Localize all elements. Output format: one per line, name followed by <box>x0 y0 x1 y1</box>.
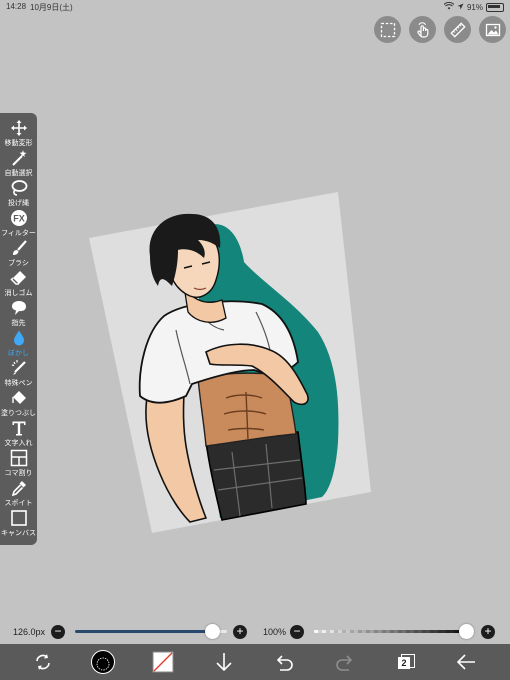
brush-sliders: 126.0px − + 100% − + <box>0 620 510 644</box>
tool-label: 文字入れ <box>4 440 33 447</box>
plus-icon: + <box>236 624 244 638</box>
tool-label: コマ割り <box>4 470 33 477</box>
layer-count: 2 <box>398 657 410 669</box>
layers-button[interactable]: 2 <box>394 650 418 674</box>
text-icon <box>12 421 25 436</box>
tool-label: 指先 <box>11 320 26 327</box>
canvas-area[interactable] <box>0 0 510 620</box>
opacity-knob[interactable] <box>459 624 474 639</box>
tool-frame-divide[interactable]: コマ割り <box>0 449 37 478</box>
minus-icon: − <box>54 624 62 638</box>
canvas-icon <box>10 510 27 526</box>
tool-fill[interactable]: 塗りつぶし <box>0 389 37 418</box>
blur-drop-icon <box>13 330 24 346</box>
tool-text[interactable]: 文字入れ <box>0 419 37 448</box>
tool-label: 特殊ペン <box>4 380 33 387</box>
tool-special-pen[interactable]: 特殊ペン <box>0 359 37 388</box>
tool-label: 投げ縄 <box>8 200 29 207</box>
brush-size-minus-button[interactable]: − <box>51 625 65 639</box>
special-pen-icon <box>11 360 26 375</box>
tool-label: 消しゴム <box>4 290 33 297</box>
layers-icon: 2 <box>398 654 415 670</box>
tool-label: 自動選択 <box>4 170 33 177</box>
transform-icon <box>36 654 50 670</box>
tool-label: キャンバス <box>1 530 36 537</box>
back-button[interactable] <box>454 650 478 674</box>
minus-icon: − <box>293 624 301 638</box>
lasso-icon <box>11 180 27 196</box>
tool-label: スポイト <box>4 500 33 507</box>
bucket-icon <box>11 391 26 404</box>
tool-auto-select[interactable]: 自動選択 <box>0 149 37 178</box>
brush-size-plus-button[interactable]: + <box>233 625 247 639</box>
eraser-icon <box>9 271 26 285</box>
undo-icon <box>276 655 293 671</box>
tool-eyedropper[interactable]: スポイト <box>0 479 37 508</box>
color-swatch-icon <box>152 651 174 673</box>
tool-label: フィルター <box>1 230 36 237</box>
tool-brush[interactable]: ブラシ <box>0 239 37 268</box>
brush-icon <box>12 240 27 255</box>
brush-size-value: 126.0px <box>13 627 46 637</box>
download-button[interactable] <box>212 650 236 674</box>
eyedropper-icon <box>11 481 26 497</box>
canvas-artwork <box>89 192 371 533</box>
brush-size-knob[interactable] <box>204 624 220 639</box>
brush-preview-icon <box>91 650 115 674</box>
tool-finger[interactable]: 指先 <box>0 299 37 328</box>
download-arrow-icon <box>216 653 232 672</box>
opacity-value: 100% <box>263 627 287 637</box>
tool-canvas[interactable]: キャンバス <box>0 509 37 538</box>
finger-icon <box>11 301 26 315</box>
brush-size-fill <box>75 630 212 633</box>
tool-label: ブラシ <box>8 260 29 267</box>
tool-move-transform[interactable]: 移動変形 <box>0 119 37 148</box>
move-icon <box>10 120 27 136</box>
tool-blur[interactable]: ぼかし <box>0 329 37 358</box>
color-swatch-button[interactable] <box>151 650 175 674</box>
magic-wand-icon <box>11 150 26 166</box>
opacity-plus-button[interactable]: + <box>481 625 495 639</box>
undo-button[interactable] <box>272 650 296 674</box>
transform-button[interactable] <box>31 650 55 674</box>
tool-lasso[interactable]: 投げ縄 <box>0 179 37 208</box>
tool-label: ぼかし <box>8 350 29 357</box>
tool-filter[interactable]: FX フィルター <box>0 209 37 238</box>
opacity-minus-button[interactable]: − <box>290 625 304 639</box>
plus-icon: + <box>484 624 492 638</box>
tool-label: 塗りつぶし <box>0 410 37 417</box>
opacity-slider[interactable] <box>314 630 474 633</box>
redo-button[interactable] <box>333 650 357 674</box>
redo-icon <box>336 655 353 671</box>
back-arrow-icon <box>456 654 475 670</box>
bottom-toolbar: 2 <box>0 644 510 680</box>
svg-text:FX: FX <box>13 214 25 224</box>
opacity-gradient <box>314 630 474 633</box>
tool-eraser[interactable]: 消しゴム <box>0 269 37 298</box>
tool-panel: 移動変形 自動選択 投げ縄 FX フィルター ブラシ 消しゴム 指先 ぼかし 特… <box>0 113 37 545</box>
fx-icon: FX <box>10 210 27 226</box>
tool-label: 移動変形 <box>4 140 33 147</box>
brush-preview-button[interactable] <box>91 650 115 674</box>
frame-divide-icon <box>10 449 27 467</box>
